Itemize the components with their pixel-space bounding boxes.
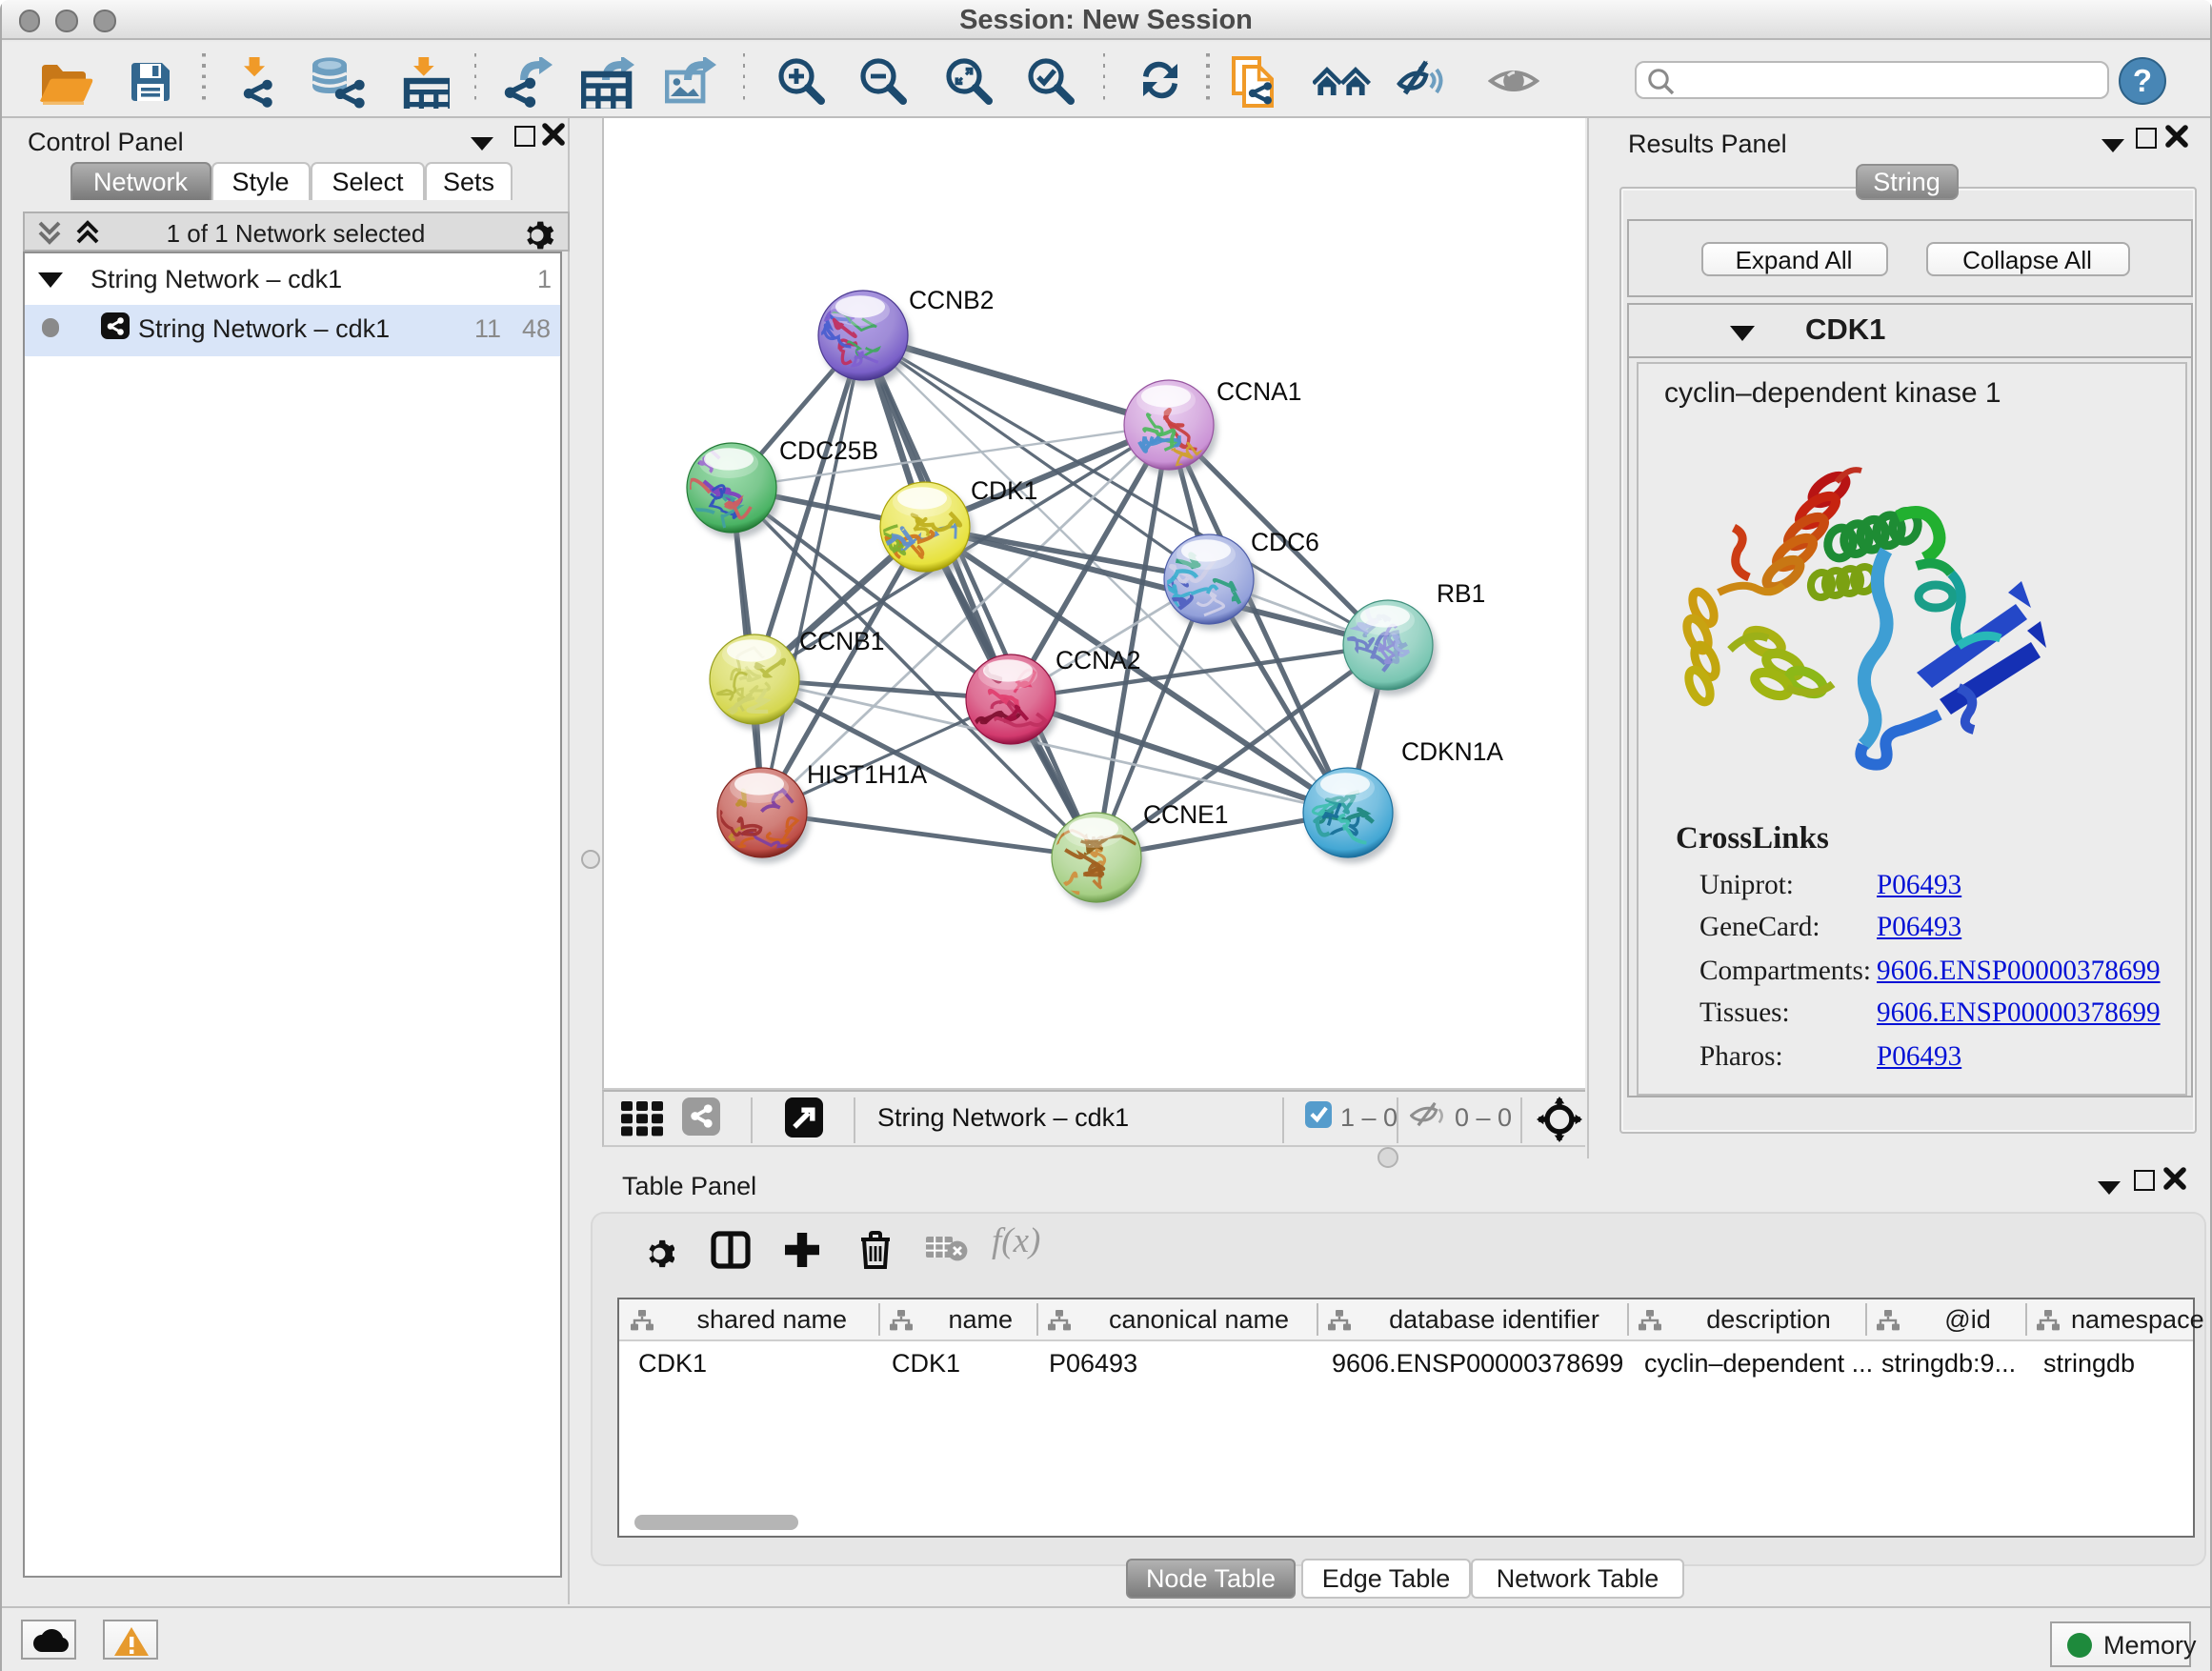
svg-text:?: ? — [2133, 62, 2152, 97]
